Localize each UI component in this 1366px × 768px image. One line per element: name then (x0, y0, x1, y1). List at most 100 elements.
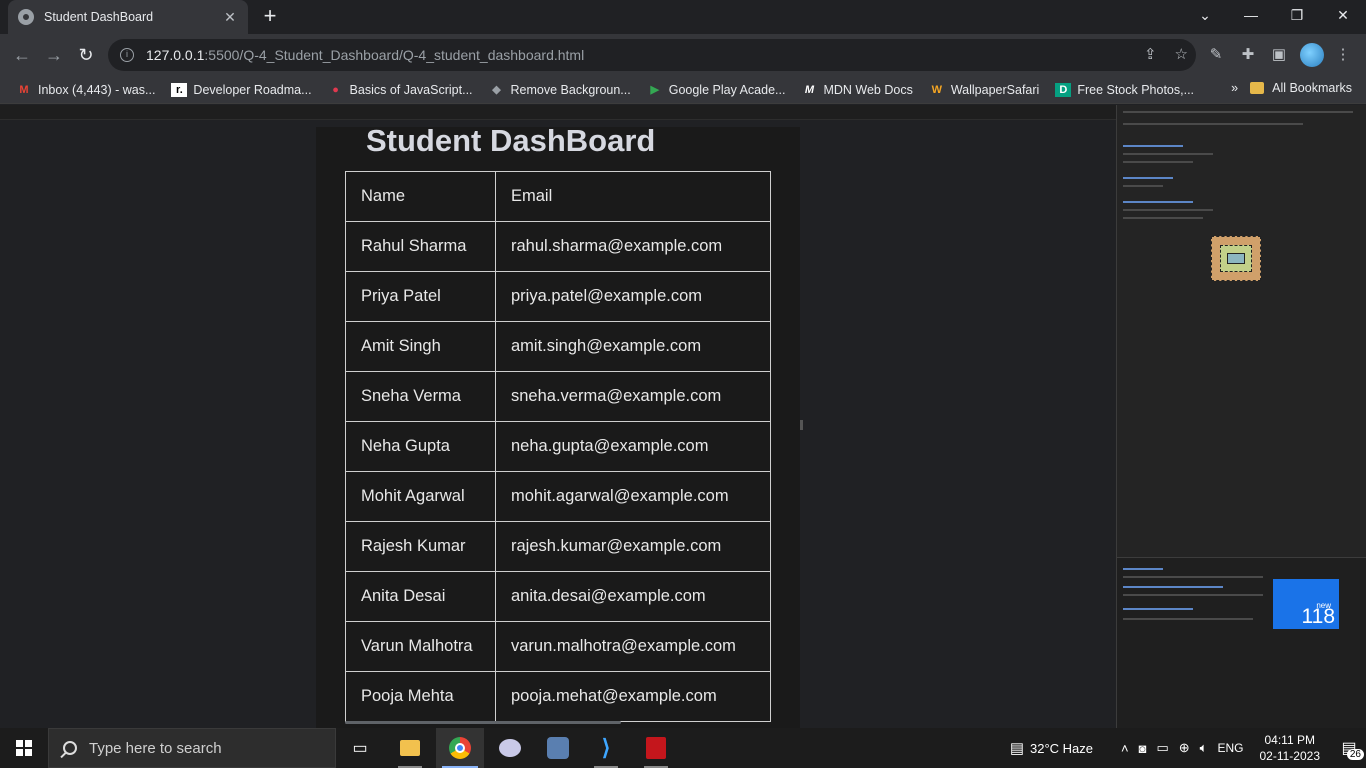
file-explorer-icon[interactable] (386, 728, 434, 768)
bookmark-label: Developer Roadma... (193, 82, 312, 97)
horizontal-scrollbar[interactable] (345, 721, 621, 724)
whats-new-text (1123, 594, 1263, 596)
style-rule (1123, 185, 1163, 187)
bookmark-label: Free Stock Photos,... (1077, 82, 1195, 97)
url-host: 127.0.0.1 (146, 47, 205, 63)
task-view-icon[interactable]: ▭ (336, 728, 384, 768)
pdf-reader-icon[interactable] (632, 728, 680, 768)
chrome-icon[interactable] (436, 728, 484, 768)
tab-close-icon[interactable]: ✕ (222, 9, 238, 26)
start-button[interactable] (0, 728, 48, 768)
bookmark-label: WallpaperSafari (950, 82, 1040, 97)
page-title: Student DashBoard (366, 123, 656, 158)
spider-icon: ● (332, 83, 339, 96)
style-rule (1123, 145, 1183, 147)
bookmarks-overflow-icon[interactable]: » (1231, 81, 1238, 95)
bookmark-item[interactable]: M Inbox (4,443) - was... (16, 83, 155, 97)
bookmark-item[interactable]: r. Developer Roadma... (171, 82, 312, 97)
tab-search-icon[interactable]: ⌄ (1182, 0, 1228, 30)
profile-avatar[interactable] (1300, 43, 1324, 67)
minimize-icon[interactable]: — (1228, 0, 1274, 30)
whats-new-heading (1123, 568, 1163, 570)
side-panel-icon[interactable]: ▣ (1268, 44, 1290, 66)
forward-icon[interactable]: → (42, 43, 66, 67)
student-email: amit.singh@example.com (495, 321, 771, 372)
close-window-icon[interactable]: ✕ (1320, 0, 1366, 30)
network-icon[interactable]: ⊕ (1179, 740, 1190, 756)
address-bar[interactable]: i 127.0.0.1:5500/Q-4_Student_Dashboard/Q… (108, 39, 1196, 71)
box-model-diagram (1211, 236, 1261, 281)
bookmark-item[interactable]: D Free Stock Photos,... (1055, 82, 1195, 97)
student-email: mohit.agarwal@example.com (495, 471, 771, 522)
weather-icon[interactable]: ▤ (1010, 739, 1024, 757)
table-row: Varun Malhotra varun.malhotra@example.com (345, 621, 771, 672)
clock[interactable]: 04:11 PM 02-11-2023 (1260, 732, 1321, 764)
system-tray: ▤ 32°C Haze ˄ ◙ ▭ ⊕ 🔈︎ ENG 04:11 PM 02-1… (1010, 728, 1366, 768)
eyedropper-icon[interactable]: ✎ (1205, 44, 1227, 66)
new-tab-button[interactable]: + (258, 5, 282, 29)
windows-taskbar: Type here to search ▭ ⟩ ▤ 32°C Haze ˄ ◙ … (0, 728, 1366, 768)
students-table: Name Email Rahul Sharma rahul.sharma@exam… (345, 171, 771, 722)
responsive-page: Student DashBoard Name Email Rahul Sharm… (316, 123, 800, 728)
all-bookmarks-button[interactable]: All Bookmarks (1250, 81, 1352, 95)
extensions-icon[interactable]: ✚ (1237, 44, 1259, 66)
bookmark-item[interactable]: ◆ Remove Backgroun... (489, 83, 630, 97)
student-email: neha.gupta@example.com (495, 421, 771, 472)
bookmark-item[interactable]: ● Basics of JavaScript... (328, 82, 473, 97)
bookmark-label: Basics of JavaScript... (349, 82, 473, 97)
devtools-panel: new 118 (1116, 105, 1366, 728)
reload-icon[interactable]: ↻ (74, 43, 98, 67)
browser-tab[interactable]: Student DashBoard ✕ (8, 0, 248, 34)
clock-time: 04:11 PM (1264, 733, 1315, 747)
browser-toolbar: ← → ↻ i 127.0.0.1:5500/Q-4_Student_Dashb… (0, 34, 1366, 76)
style-rule (1123, 217, 1203, 219)
taskbar-search[interactable]: Type here to search (48, 728, 336, 768)
media-app-icon[interactable] (534, 728, 582, 768)
table-row: Priya Patel priya.patel@example.com (345, 271, 771, 322)
site-info-icon[interactable]: i (120, 48, 134, 62)
student-email: rahul.sharma@example.com (495, 221, 771, 272)
notification-icon[interactable]: ▤ 26 (1332, 728, 1366, 768)
volume-icon[interactable]: 🔈︎ (1200, 740, 1208, 756)
paint-icon[interactable] (486, 728, 534, 768)
student-email: anita.desai@example.com (495, 571, 771, 622)
student-email: priya.patel@example.com (495, 271, 771, 322)
back-icon[interactable]: ← (10, 43, 34, 67)
bookmark-label: Google Play Acade... (668, 82, 786, 97)
page-viewport: Student DashBoard Name Email Rahul Sharm… (0, 105, 1116, 728)
student-email: rajesh.kumar@example.com (495, 521, 771, 572)
tab-strip: Student DashBoard ✕ + ⌄ — ❐ ✕ (0, 0, 1366, 34)
resize-handle[interactable] (800, 420, 803, 430)
whats-new-video-thumbnail[interactable]: new 118 (1273, 579, 1339, 629)
share-icon[interactable]: ⇪ (1144, 45, 1157, 63)
menu-icon[interactable]: ⋮ (1332, 44, 1354, 66)
student-email: sneha.verma@example.com (495, 371, 771, 422)
restore-icon[interactable]: ❐ (1274, 0, 1320, 30)
all-bookmarks-label: All Bookmarks (1272, 81, 1352, 95)
table-row: Pooja Mehta pooja.mehat@example.com (345, 671, 771, 722)
table-header-row: Name Email (345, 171, 771, 222)
battery-icon[interactable]: ▭ (1156, 740, 1168, 756)
table-row: Rahul Sharma rahul.sharma@example.com (345, 221, 771, 272)
notification-count: 26 (1346, 749, 1364, 760)
mdn-icon: M (804, 83, 815, 96)
bookmark-item[interactable]: ▶ Google Play Acade... (647, 82, 786, 97)
vscode-icon[interactable]: ⟩ (582, 728, 630, 768)
style-rule (1123, 201, 1193, 203)
bookmark-item[interactable]: W WallpaperSafari (929, 82, 1040, 97)
language-indicator[interactable]: ENG (1217, 741, 1243, 755)
bookmark-star-icon[interactable]: ☆ (1175, 45, 1188, 63)
student-name: Mohit Agarwal (345, 471, 496, 522)
chevron-up-icon[interactable]: ˄ (1121, 741, 1129, 756)
whats-new-text (1123, 618, 1253, 620)
table-row: Amit Singh amit.singh@example.com (345, 321, 771, 372)
meet-icon[interactable]: ◙ (1139, 741, 1147, 756)
search-icon (63, 741, 77, 755)
bookmark-item[interactable]: M MDN Web Docs (801, 83, 913, 97)
weather-text[interactable]: 32°C Haze (1030, 741, 1093, 756)
devtools-tabs[interactable] (1123, 111, 1353, 113)
devtools-subtabs[interactable] (1123, 123, 1303, 125)
device-toolbar-ruler (0, 105, 1116, 120)
play-icon: ▶ (650, 83, 659, 96)
whats-new-heading (1123, 608, 1193, 610)
